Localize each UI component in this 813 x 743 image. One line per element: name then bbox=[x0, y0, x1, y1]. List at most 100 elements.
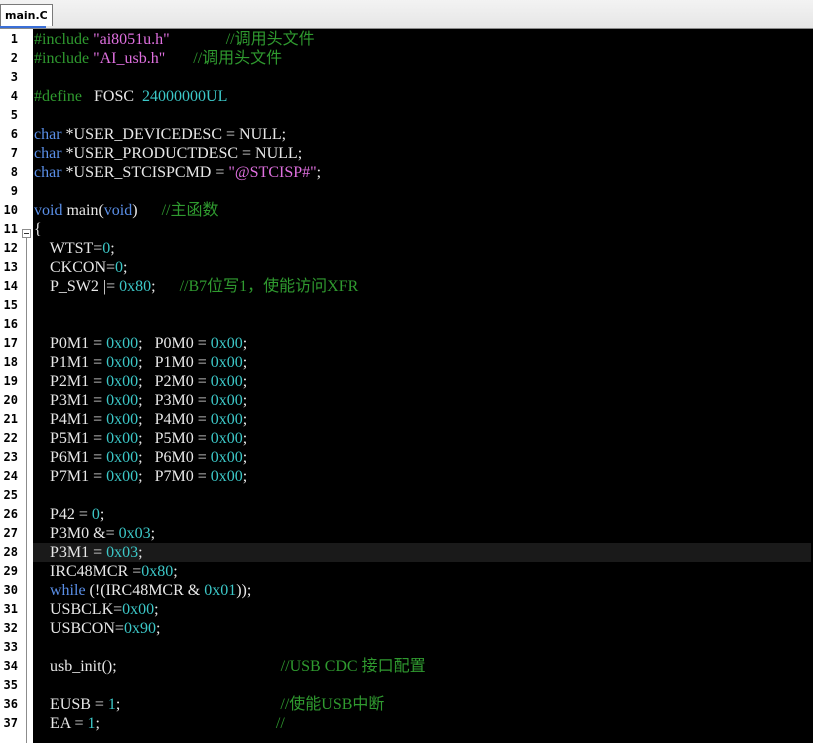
code-line[interactable]: 32 USBCON=0x90; bbox=[0, 619, 813, 638]
line-number: 25 bbox=[3, 488, 18, 502]
code-token: ; P4M0 = bbox=[138, 411, 211, 428]
code-line[interactable]: 5 bbox=[0, 106, 813, 125]
code-token: 0x01 bbox=[204, 582, 237, 599]
line-number: 12 bbox=[3, 241, 18, 255]
code-line[interactable]: 22 P5M1 = 0x00; P5M0 = 0x00; bbox=[0, 429, 813, 448]
code-token: ; P5M0 = bbox=[138, 430, 211, 447]
code-token: *USER_PRODUCTDESC = NULL; bbox=[61, 145, 303, 162]
code-token: 0 bbox=[91, 506, 100, 523]
code-token: WTST= bbox=[34, 240, 103, 257]
code-token: 0x00 bbox=[210, 411, 243, 428]
code-line[interactable]: 27 P3M0 &= 0x03; bbox=[0, 524, 813, 543]
code-editor[interactable]: 1 #include "ai8051u.h" //调用头文件 2 #include "… bbox=[0, 29, 813, 743]
code-token: P_SW2 |= bbox=[34, 278, 120, 295]
code-token: 0x00 bbox=[210, 392, 243, 409]
code-line[interactable]: 3 bbox=[0, 68, 813, 87]
code-line[interactable]: 16 bbox=[0, 315, 813, 334]
code-line[interactable]: 18 P1M1 = 0x00; P1M0 = 0x00; bbox=[0, 353, 813, 372]
code-token: ; bbox=[95, 715, 276, 732]
line-number: 18 bbox=[3, 355, 18, 369]
code-token: #define bbox=[34, 88, 82, 105]
code-token: 0x03 bbox=[106, 544, 139, 561]
code-token: P1M1 = bbox=[34, 354, 107, 371]
code-token: FOSC bbox=[81, 88, 143, 105]
line-number: 9 bbox=[10, 184, 18, 198]
code-token: ; bbox=[155, 620, 161, 637]
code-token: 0x00 bbox=[106, 468, 139, 485]
code-line[interactable]: 8 char *USER_STCISPCMD = "@STCISP#"; bbox=[0, 163, 813, 182]
code-text: void main(void) //主函数 bbox=[34, 201, 218, 220]
code-line[interactable]: 13 CKCON=0; bbox=[0, 258, 813, 277]
code-text: P0M1 = 0x00; P0M0 = 0x00; bbox=[34, 334, 247, 353]
code-token: *USER_STCISPCMD = bbox=[61, 164, 229, 181]
code-line[interactable]: 6 char *USER_DEVICEDESC = NULL; bbox=[0, 125, 813, 144]
code-token: 0 bbox=[115, 259, 124, 276]
code-text: #define FOSC 24000000UL bbox=[34, 87, 227, 106]
code-line[interactable]: 1 #include "ai8051u.h" //调用头文件 bbox=[0, 30, 813, 49]
code-token: ; bbox=[242, 392, 248, 409]
code-token: 0x00 bbox=[210, 430, 243, 447]
code-line[interactable]: 28 P3M1 = 0x03; bbox=[0, 543, 813, 562]
code-token: main( bbox=[62, 202, 104, 219]
code-token: ; bbox=[242, 449, 248, 466]
code-text: while (!(IRC48MCR & 0x01)); bbox=[34, 581, 251, 600]
code-text: P2M1 = 0x00; P2M0 = 0x00; bbox=[34, 372, 247, 391]
code-line[interactable]: 34 usb_init(); //USB CDC 接口配置 bbox=[0, 657, 813, 676]
code-line[interactable]: 26 P42 = 0; bbox=[0, 505, 813, 524]
code-line[interactable]: 15 bbox=[0, 296, 813, 315]
code-token: //主函数 bbox=[161, 202, 219, 219]
code-text: IRC48MCR =0x80; bbox=[34, 562, 178, 581]
line-number: 35 bbox=[3, 678, 18, 692]
code-text: P3M1 = 0x00; P3M0 = 0x00; bbox=[34, 391, 247, 410]
code-line[interactable]: 30 while (!(IRC48MCR & 0x01)); bbox=[0, 581, 813, 600]
line-number: 3 bbox=[10, 70, 18, 84]
code-line[interactable]: 21 P4M1 = 0x00; P4M0 = 0x00; bbox=[0, 410, 813, 429]
code-line[interactable]: 10 void main(void) //主函数 bbox=[0, 201, 813, 220]
code-line[interactable]: 37 EA = 1; // bbox=[0, 714, 813, 733]
code-token: P3M1 = bbox=[34, 544, 107, 561]
code-line[interactable]: 20 P3M1 = 0x00; P3M0 = 0x00; bbox=[0, 391, 813, 410]
code-token: ; bbox=[123, 259, 128, 276]
code-line[interactable]: 31 USBCLK=0x00; bbox=[0, 600, 813, 619]
code-line[interactable]: 24 P7M1 = 0x00; P7M0 = 0x00; bbox=[0, 467, 813, 486]
code-line[interactable]: 23 P6M1 = 0x00; P6M0 = 0x00; bbox=[0, 448, 813, 467]
code-token: ; bbox=[150, 525, 156, 542]
code-token: char bbox=[34, 126, 62, 143]
code-token: //使能USB中断 bbox=[280, 696, 385, 713]
code-token: ; P7M0 = bbox=[138, 468, 211, 485]
code-token: P2M1 = bbox=[34, 373, 107, 390]
code-text: P5M1 = 0x00; P5M0 = 0x00; bbox=[34, 429, 247, 448]
file-tab-main-c[interactable]: main.C bbox=[0, 4, 53, 26]
line-number: 28 bbox=[3, 545, 18, 559]
code-line[interactable]: 11 { bbox=[0, 220, 813, 239]
code-line[interactable]: 4 #define FOSC 24000000UL bbox=[0, 87, 813, 106]
code-line[interactable]: 9 bbox=[0, 182, 813, 201]
code-line[interactable]: 25 bbox=[0, 486, 813, 505]
code-line[interactable]: 12 WTST=0; bbox=[0, 239, 813, 258]
code-token: 0x00 bbox=[106, 411, 139, 428]
code-token: 0x03 bbox=[118, 525, 151, 542]
code-line[interactable]: 19 P2M1 = 0x00; P2M0 = 0x00; bbox=[0, 372, 813, 391]
line-number: 14 bbox=[3, 279, 18, 293]
code-line[interactable]: 7 char *USER_PRODUCTDESC = NULL; bbox=[0, 144, 813, 163]
code-line[interactable]: 14 P_SW2 |= 0x80; //B7位写1，使能访问XFR bbox=[0, 277, 813, 296]
code-line[interactable]: 2 #include "AI_usb.h" //调用头文件 bbox=[0, 49, 813, 68]
code-token: P6M1 = bbox=[34, 449, 107, 466]
code-line[interactable]: 35 bbox=[0, 676, 813, 695]
code-line[interactable]: 17 P0M1 = 0x00; P0M0 = 0x00; bbox=[0, 334, 813, 353]
code-token: P42 = bbox=[34, 506, 92, 523]
code-token: "AI_usb.h" bbox=[93, 50, 166, 67]
code-token: P0M1 = bbox=[34, 335, 107, 352]
line-number: 15 bbox=[3, 298, 18, 312]
code-token: //USB CDC 接口配置 bbox=[280, 658, 426, 675]
code-line[interactable]: 29 IRC48MCR =0x80; bbox=[0, 562, 813, 581]
code-text: EA = 1; // bbox=[34, 714, 285, 733]
code-token: #include bbox=[34, 50, 94, 67]
code-token: ; bbox=[173, 563, 178, 580]
code-token: (!(IRC48MCR & bbox=[85, 582, 205, 599]
code-line[interactable]: 33 bbox=[0, 638, 813, 657]
code-token: char bbox=[34, 164, 62, 181]
code-token: 0x00 bbox=[106, 373, 139, 390]
code-line[interactable]: 36 EUSB = 1; //使能USB中断 bbox=[0, 695, 813, 714]
